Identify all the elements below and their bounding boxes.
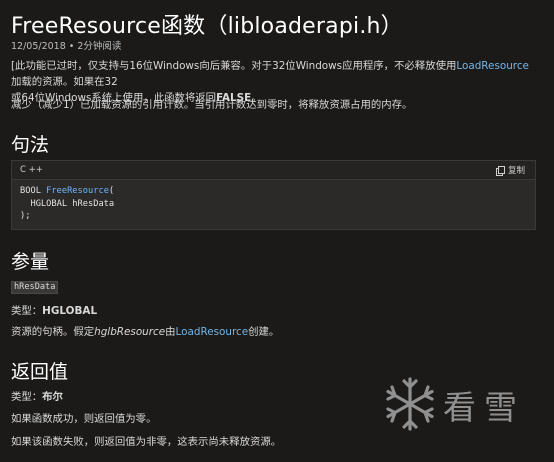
page-meta: 12/05/2018 • 2分钟阅读 xyxy=(11,38,121,52)
syntax-heading: 句法 xyxy=(11,134,50,156)
code-open-paren: ( xyxy=(108,186,115,196)
watermark: 看雪 xyxy=(381,373,531,435)
meta-separator: • xyxy=(68,41,75,52)
function-description: 减少（减少1）已加载资源的引用计数。当引用计数达到零时，将释放资源占用的内存。 xyxy=(11,99,413,111)
page-title: FreeResource函数（libloaderapi.h） xyxy=(11,14,403,39)
param-italic-name: hglbResource xyxy=(94,326,166,338)
code-language: C ++ xyxy=(20,165,43,175)
copy-icon xyxy=(495,165,505,176)
read-time: 2分钟阅读 xyxy=(77,41,122,52)
param-description: 资源的句柄。假定hglbResource由LoadResource创建。 xyxy=(11,324,279,340)
code-content: BOOL FreeResource( HGLOBAL hResData ); xyxy=(20,185,114,223)
code-function-name: FreeResource xyxy=(46,186,109,196)
code-return-type: BOOL xyxy=(20,186,47,196)
return-success-text: 如果函数成功，则返回值为零。 xyxy=(11,413,157,425)
loadresource-link[interactable]: LoadResource xyxy=(456,60,529,72)
param-name-chip: hResData xyxy=(11,281,59,294)
publish-date: 12/05/2018 xyxy=(11,41,66,52)
code-block: C ++ 复制 BOOL FreeResource( HGLOBAL hResD… xyxy=(11,160,536,230)
param-desc-text-1: 资源的句柄。假定 xyxy=(11,326,95,338)
return-type: 类型：布尔 xyxy=(11,389,63,405)
note-text-2: 加载的资源。如果在32 xyxy=(11,76,118,88)
return-type-label: 类型： xyxy=(11,391,43,403)
note-text-1: [此功能已过时，仅支持与16位Windows向后兼容。对于32位Windows应… xyxy=(11,60,457,72)
watermark-text: 看雪 xyxy=(443,388,525,427)
param-desc-text-3: 创建。 xyxy=(248,326,280,338)
param-type: 类型：HGLOBAL xyxy=(11,303,97,319)
parameters-heading: 参量 xyxy=(11,251,50,273)
code-param-line: HGLOBAL hResData xyxy=(20,198,115,209)
copy-button[interactable]: 复制 xyxy=(495,164,525,176)
code-close-line: ); xyxy=(20,211,31,221)
param-desc-text-2: 由 xyxy=(165,326,176,338)
return-failure-text: 如果该函数失败，则返回值为非零，这表示尚未释放资源。 xyxy=(11,436,282,448)
loadresource-link-2[interactable]: LoadResource xyxy=(176,326,249,338)
return-type-value: 布尔 xyxy=(42,391,63,403)
return-value-heading: 返回值 xyxy=(11,361,69,383)
param-type-value: HGLOBAL xyxy=(42,305,98,317)
code-header: C ++ 复制 xyxy=(12,161,535,180)
copy-label: 复制 xyxy=(507,166,525,176)
snowflake-logo-icon xyxy=(386,377,434,431)
param-type-label: 类型： xyxy=(11,305,43,317)
